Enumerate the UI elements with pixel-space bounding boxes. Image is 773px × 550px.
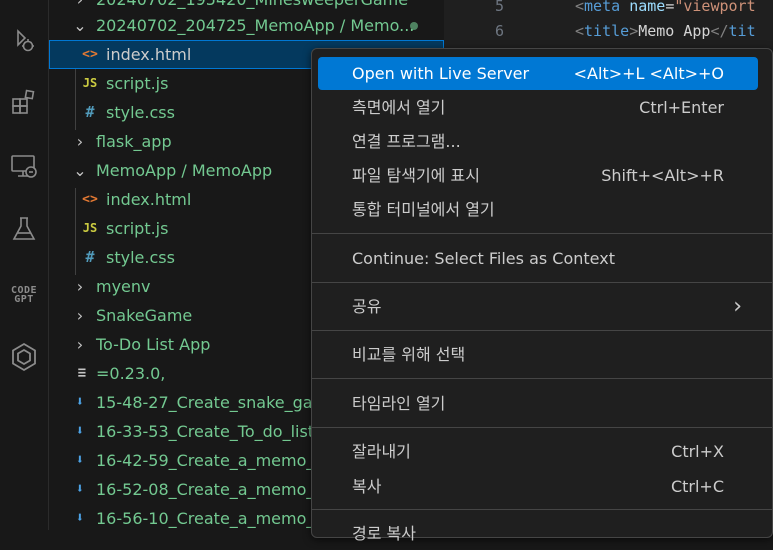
line-number: 6: [494, 22, 504, 40]
remote-explorer-icon[interactable]: [4, 146, 44, 186]
menu-share[interactable]: 공유 ›: [318, 290, 758, 323]
download-arrow-icon: ⬇: [75, 394, 85, 410]
code-line-6: <title>Memo App</tit: [575, 22, 756, 40]
git-status-dot: [410, 22, 418, 30]
menu-reveal-in-explorer[interactable]: 파일 탐색기에 표시 Shift+<Alt>+R: [318, 159, 758, 192]
html-file-icon: <>: [82, 192, 98, 207]
activity-bar: CODE GPT: [0, 0, 49, 530]
menu-separator: [312, 378, 772, 379]
line-number: 5: [494, 0, 504, 15]
extensions-icon[interactable]: [4, 82, 44, 122]
menu-open-timeline[interactable]: 타임라인 열기: [318, 387, 758, 420]
chevron-down-icon: ⌄: [73, 161, 87, 180]
testing-flask-icon[interactable]: [4, 209, 44, 249]
chevron-right-icon: ›: [733, 294, 742, 319]
menu-open-in-terminal[interactable]: 통합 터미널에서 열기: [318, 193, 758, 226]
chevron-down-icon: ⌄: [73, 16, 87, 35]
menu-separator: [312, 427, 772, 428]
menu-cut[interactable]: 잘라내기 Ctrl+X: [318, 435, 758, 468]
chevron-right-icon: ›: [76, 277, 84, 296]
menu-copy-path[interactable]: 경로 복사: [318, 517, 758, 550]
menu-open-to-side[interactable]: 측면에서 열기 Ctrl+Enter: [318, 91, 758, 124]
context-menu: Open with Live Server <Alt>+L <Alt>+O 측면…: [311, 48, 773, 543]
menu-continue-select-files[interactable]: Continue: Select Files as Context: [318, 242, 758, 275]
chevron-right-icon: ›: [76, 306, 84, 325]
tree-folder-memoapp-20240702[interactable]: ⌄ 20240702_204725_MemoApp / Memo...: [49, 11, 444, 40]
download-arrow-icon: ⬇: [75, 481, 85, 497]
css-file-icon: #: [85, 248, 95, 266]
hexagon-extension-icon[interactable]: [4, 337, 44, 377]
css-file-icon: #: [85, 103, 95, 121]
menu-separator: [312, 330, 772, 331]
run-debug-icon[interactable]: [4, 20, 44, 60]
menu-separator: [312, 233, 772, 234]
codegpt-icon[interactable]: CODE GPT: [4, 275, 44, 315]
menu-copy[interactable]: 복사 Ctrl+C: [318, 470, 758, 503]
chevron-right-icon: ›: [76, 335, 84, 354]
menu-separator: [312, 509, 772, 510]
menu-open-with-live-server[interactable]: Open with Live Server <Alt>+L <Alt>+O: [318, 57, 758, 90]
js-file-icon: JS: [82, 76, 98, 90]
download-arrow-icon: ⬇: [75, 423, 85, 439]
html-file-icon: <>: [82, 47, 98, 62]
menu-open-with[interactable]: 연결 프로그램...: [318, 125, 758, 158]
chevron-right-icon: ›: [76, 132, 84, 151]
text-file-icon: ≡: [77, 365, 87, 381]
download-arrow-icon: ⬇: [75, 510, 85, 526]
download-arrow-icon: ⬇: [75, 452, 85, 468]
menu-select-for-compare[interactable]: 비교를 위해 선택: [318, 338, 758, 371]
menu-separator: [312, 282, 772, 283]
code-line-5: <meta name="viewport: [575, 0, 756, 15]
js-file-icon: JS: [82, 221, 98, 235]
